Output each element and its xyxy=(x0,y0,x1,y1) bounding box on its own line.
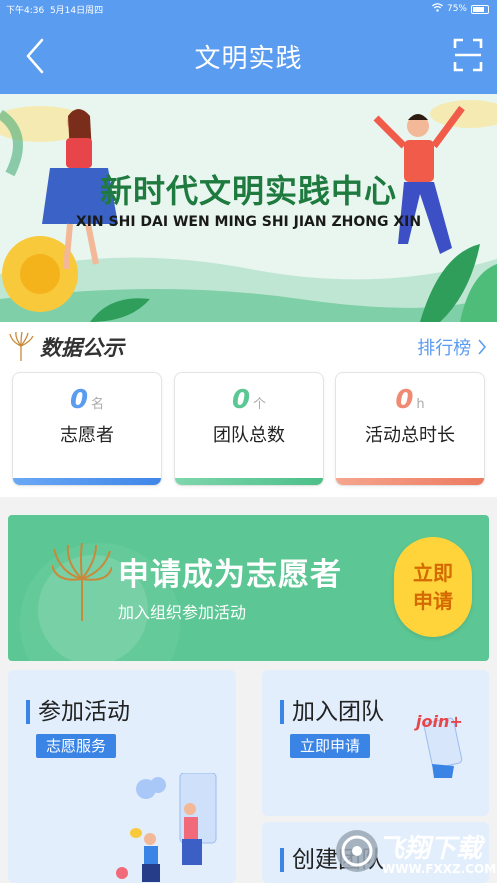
apply-subtitle: 加入组织参加活动 xyxy=(118,603,247,622)
watermark-text: 飞翔下载 xyxy=(378,834,483,864)
stat-card-volunteers[interactable]: 0名 志愿者 xyxy=(12,372,162,486)
watermark-url: WWW.FXXZ.COM xyxy=(382,862,497,876)
battery-icon xyxy=(471,4,489,14)
palm-logo-icon xyxy=(9,332,34,361)
watermark: 飞翔下载 WWW.FXXZ.COM xyxy=(330,822,497,883)
banner-pinyin: XIN SHI DAI WEN MING SHI JIAN ZHONG XIN xyxy=(75,214,422,230)
page-title: 文明实践 xyxy=(194,44,303,74)
watermark-logo-icon xyxy=(336,830,378,872)
apply-now-tag[interactable]: 立即申请 xyxy=(290,734,371,758)
stat-bar xyxy=(336,478,484,485)
apply-title: 申请成为志愿者 xyxy=(118,557,342,593)
stat-card-teams[interactable]: 0个 团队总数 xyxy=(174,372,324,486)
stat-bar xyxy=(13,478,161,485)
banner-title: 新时代文明实践中心 xyxy=(99,172,397,210)
hero-banner[interactable]: 新时代文明实践中心 XIN SHI DAI WEN MING SHI JIAN … xyxy=(0,94,497,322)
ranking-link[interactable]: 排行榜 xyxy=(417,334,487,360)
card-title: 参加活动 xyxy=(26,700,130,724)
volunteer-service-tag[interactable]: 志愿服务 xyxy=(36,734,117,758)
battery-percent: 75% xyxy=(446,4,467,14)
section-title: 数据公示 xyxy=(40,336,124,360)
wifi-icon xyxy=(432,3,443,15)
join-badge: join+ xyxy=(416,712,463,731)
stat-card-hours[interactable]: 0h 活动总时长 xyxy=(335,372,485,486)
scan-icon[interactable] xyxy=(453,38,483,72)
data-section: 数据公示 排行榜 0名 志愿者 0个 团队总数 0h 活动总时长 xyxy=(0,322,497,497)
apply-now-button[interactable]: 立即 申请 xyxy=(394,537,472,637)
card-title: 加入团队 xyxy=(280,700,384,724)
palm-logo-icon xyxy=(52,543,112,621)
nav-bar: 文明实践 xyxy=(0,18,497,94)
chevron-right-icon xyxy=(478,339,487,355)
join-team-card[interactable]: 加入团队 立即申请 join+ xyxy=(262,670,489,816)
apply-volunteer-banner[interactable]: 申请成为志愿者 加入组织参加活动 立即 申请 xyxy=(8,515,489,661)
stat-bar xyxy=(175,478,323,485)
activity-illustration xyxy=(116,773,217,882)
join-activity-card[interactable]: 参加活动 志愿服务 xyxy=(8,670,236,883)
status-bar: 下午4:36 5月14日周四 75% xyxy=(0,0,497,18)
status-time-date: 下午4:36 5月14日周四 xyxy=(6,6,104,16)
